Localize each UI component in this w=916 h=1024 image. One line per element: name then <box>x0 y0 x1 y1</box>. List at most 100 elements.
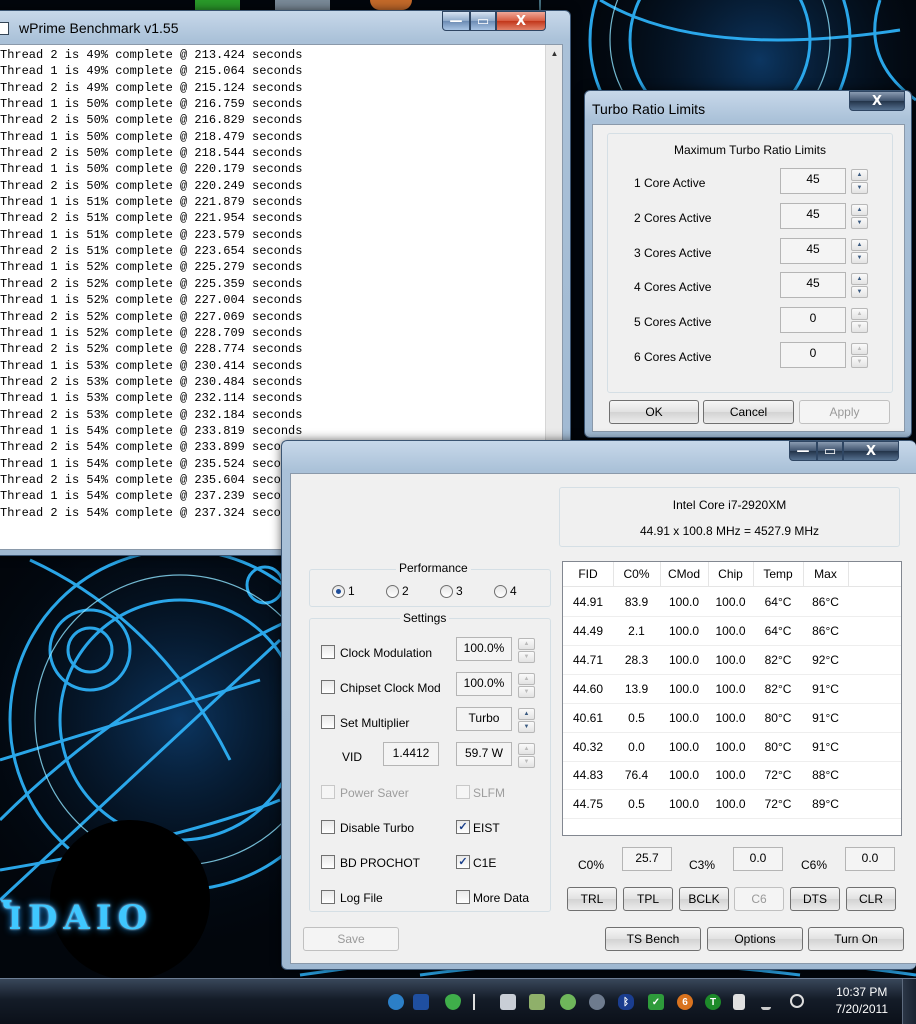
printer-icon[interactable] <box>529 994 545 1010</box>
clock-modulation-value[interactable]: 100.0% <box>456 637 512 661</box>
bd-prochot-checkbox[interactable] <box>321 855 335 869</box>
close-button[interactable]: X <box>849 91 905 111</box>
spin-up-icon[interactable]: ▲ <box>851 238 868 251</box>
log-file-checkbox[interactable] <box>321 890 335 904</box>
options-button[interactable]: Options <box>707 927 803 951</box>
throttlestop-window: — ▭ X Performance 1 2 3 4 Settings Clock… <box>281 440 916 970</box>
bclk-button[interactable]: BCLK <box>679 887 729 911</box>
signal-icon[interactable] <box>761 994 771 1010</box>
webcam-icon[interactable] <box>589 994 605 1010</box>
volume-icon[interactable] <box>790 994 804 1008</box>
column-header[interactable]: Chip <box>708 567 753 581</box>
profile-1-radio[interactable] <box>332 585 345 598</box>
turbo-ratio-value[interactable]: 45 <box>780 272 846 299</box>
more-data-checkbox[interactable] <box>456 890 470 904</box>
spin-down-icon[interactable]: ▼ <box>851 251 868 264</box>
maximize-button[interactable]: ▭ <box>817 441 843 461</box>
turbo-ratio-value[interactable]: 0 <box>780 342 846 368</box>
clock[interactable]: 10:37 PM 7/20/2011 <box>836 984 889 1018</box>
battery-icon[interactable] <box>733 994 745 1010</box>
shield-icon[interactable] <box>445 994 461 1010</box>
spin-down-icon[interactable]: ▼ <box>851 182 868 194</box>
spin-up-icon[interactable]: ▲ <box>851 308 868 321</box>
scroll-up-arrow-icon[interactable]: ▲ <box>546 45 562 62</box>
spin-down-icon[interactable]: ▼ <box>851 321 868 334</box>
power-saver-checkbox[interactable] <box>321 785 335 799</box>
clr-button[interactable]: CLR <box>846 887 896 911</box>
clock-modulation-checkbox[interactable] <box>321 645 335 659</box>
six-icon[interactable]: 6 <box>677 994 693 1010</box>
column-header[interactable]: Max <box>803 567 848 581</box>
spin-down-icon[interactable]: ▼ <box>851 286 868 299</box>
column-header[interactable]: CMod <box>660 567 708 581</box>
turbo-ratio-spinner[interactable]: ▲ ▼ <box>851 273 868 299</box>
turbo-ratio-value[interactable]: 45 <box>780 168 846 194</box>
turbo-ratio-value[interactable]: 45 <box>780 237 846 264</box>
core-count-label: 3 Cores Active <box>634 245 712 260</box>
turbo-ratio-value[interactable]: 45 <box>780 202 846 229</box>
column-header[interactable]: FID <box>563 567 613 581</box>
profile-2-radio[interactable] <box>386 585 399 598</box>
chipset-clock-mod-spinner[interactable]: ▲ ▼ <box>518 673 535 698</box>
column-header[interactable]: C0% <box>613 567 660 581</box>
slfm-checkbox[interactable] <box>456 785 470 799</box>
spin-down-icon[interactable]: ▼ <box>851 216 868 229</box>
clock-modulation-spinner[interactable]: ▲ ▼ <box>518 638 535 663</box>
set-multiplier-spinner[interactable]: ▲ ▼ <box>518 708 535 733</box>
table-cell: 44.60 <box>572 681 604 696</box>
ts-bench-button[interactable]: TS Bench <box>605 927 701 951</box>
turbo-ratio-spinner[interactable]: ▲ ▼ <box>851 169 868 194</box>
power-spinner[interactable]: ▲ ▼ <box>518 743 535 768</box>
intel-icon[interactable] <box>413 994 429 1010</box>
turbo-ratio-spinner[interactable]: ▲ ▼ <box>851 203 868 229</box>
set-multiplier-value[interactable]: Turbo <box>456 707 512 731</box>
profile-1-label: 1 <box>348 584 355 598</box>
show-desktop-button[interactable] <box>902 979 916 1024</box>
turbo-ratio-value[interactable]: 0 <box>780 307 846 334</box>
trl-button[interactable]: TRL <box>567 887 617 911</box>
c0-value: 25.7 <box>622 847 672 871</box>
disable-turbo-checkbox[interactable] <box>321 820 335 834</box>
ok-button[interactable]: OK <box>609 400 699 424</box>
spin-up-icon[interactable]: ▲ <box>851 273 868 286</box>
turn-on-button[interactable]: Turn On <box>808 927 904 951</box>
chipset-clock-mod-value[interactable]: 100.0% <box>456 672 512 696</box>
cancel-button[interactable]: Cancel <box>703 400 794 424</box>
spin-down-icon[interactable]: ▼ <box>851 356 868 368</box>
turbo-ratio-spinner[interactable]: ▲ ▼ <box>851 343 868 368</box>
c6-value: 0.0 <box>845 847 895 871</box>
maximize-button[interactable]: ▭ <box>470 11 496 31</box>
spin-up-icon[interactable]: ▲ <box>851 169 868 181</box>
sync-icon[interactable] <box>560 994 576 1010</box>
tpl-button[interactable]: TPL <box>623 887 673 911</box>
table-cell: 82°C <box>764 681 792 696</box>
profile-3-radio[interactable] <box>440 585 453 598</box>
network-adapter-icon[interactable] <box>388 994 404 1010</box>
minimize-button[interactable]: — <box>442 11 470 31</box>
minimize-button[interactable]: — <box>789 441 817 461</box>
spin-up-icon[interactable]: ▲ <box>851 343 868 355</box>
flag-icon[interactable] <box>473 994 489 1010</box>
close-button[interactable]: X <box>496 11 546 31</box>
profile-4-radio[interactable] <box>494 585 507 598</box>
apply-button[interactable]: Apply <box>799 400 890 424</box>
display-icon[interactable] <box>500 994 516 1010</box>
table-cell: 40.61 <box>572 710 604 725</box>
check-icon[interactable]: ✓ <box>648 994 664 1010</box>
column-header[interactable]: Temp <box>753 567 803 581</box>
console-log: Thread 2 is 49% complete @ 213.424 secon… <box>0 47 302 521</box>
eist-checkbox[interactable]: ✓ <box>456 820 470 834</box>
turbo-ratio-spinner[interactable]: ▲ ▼ <box>851 238 868 264</box>
turbo-ratio-spinner[interactable]: ▲ ▼ <box>851 308 868 334</box>
set-multiplier-checkbox[interactable] <box>321 715 335 729</box>
eist-label: EIST <box>473 821 500 835</box>
bluetooth-icon[interactable]: ᛒ <box>618 994 634 1010</box>
c1e-checkbox[interactable]: ✓ <box>456 855 470 869</box>
c6-button[interactable]: C6 <box>734 887 784 911</box>
close-button[interactable]: X <box>843 441 899 461</box>
dts-button[interactable]: DTS <box>790 887 840 911</box>
save-button[interactable]: Save <box>303 927 399 951</box>
t-icon[interactable]: T <box>705 994 721 1010</box>
chipset-clock-mod-checkbox[interactable] <box>321 680 335 694</box>
spin-up-icon[interactable]: ▲ <box>851 203 868 216</box>
